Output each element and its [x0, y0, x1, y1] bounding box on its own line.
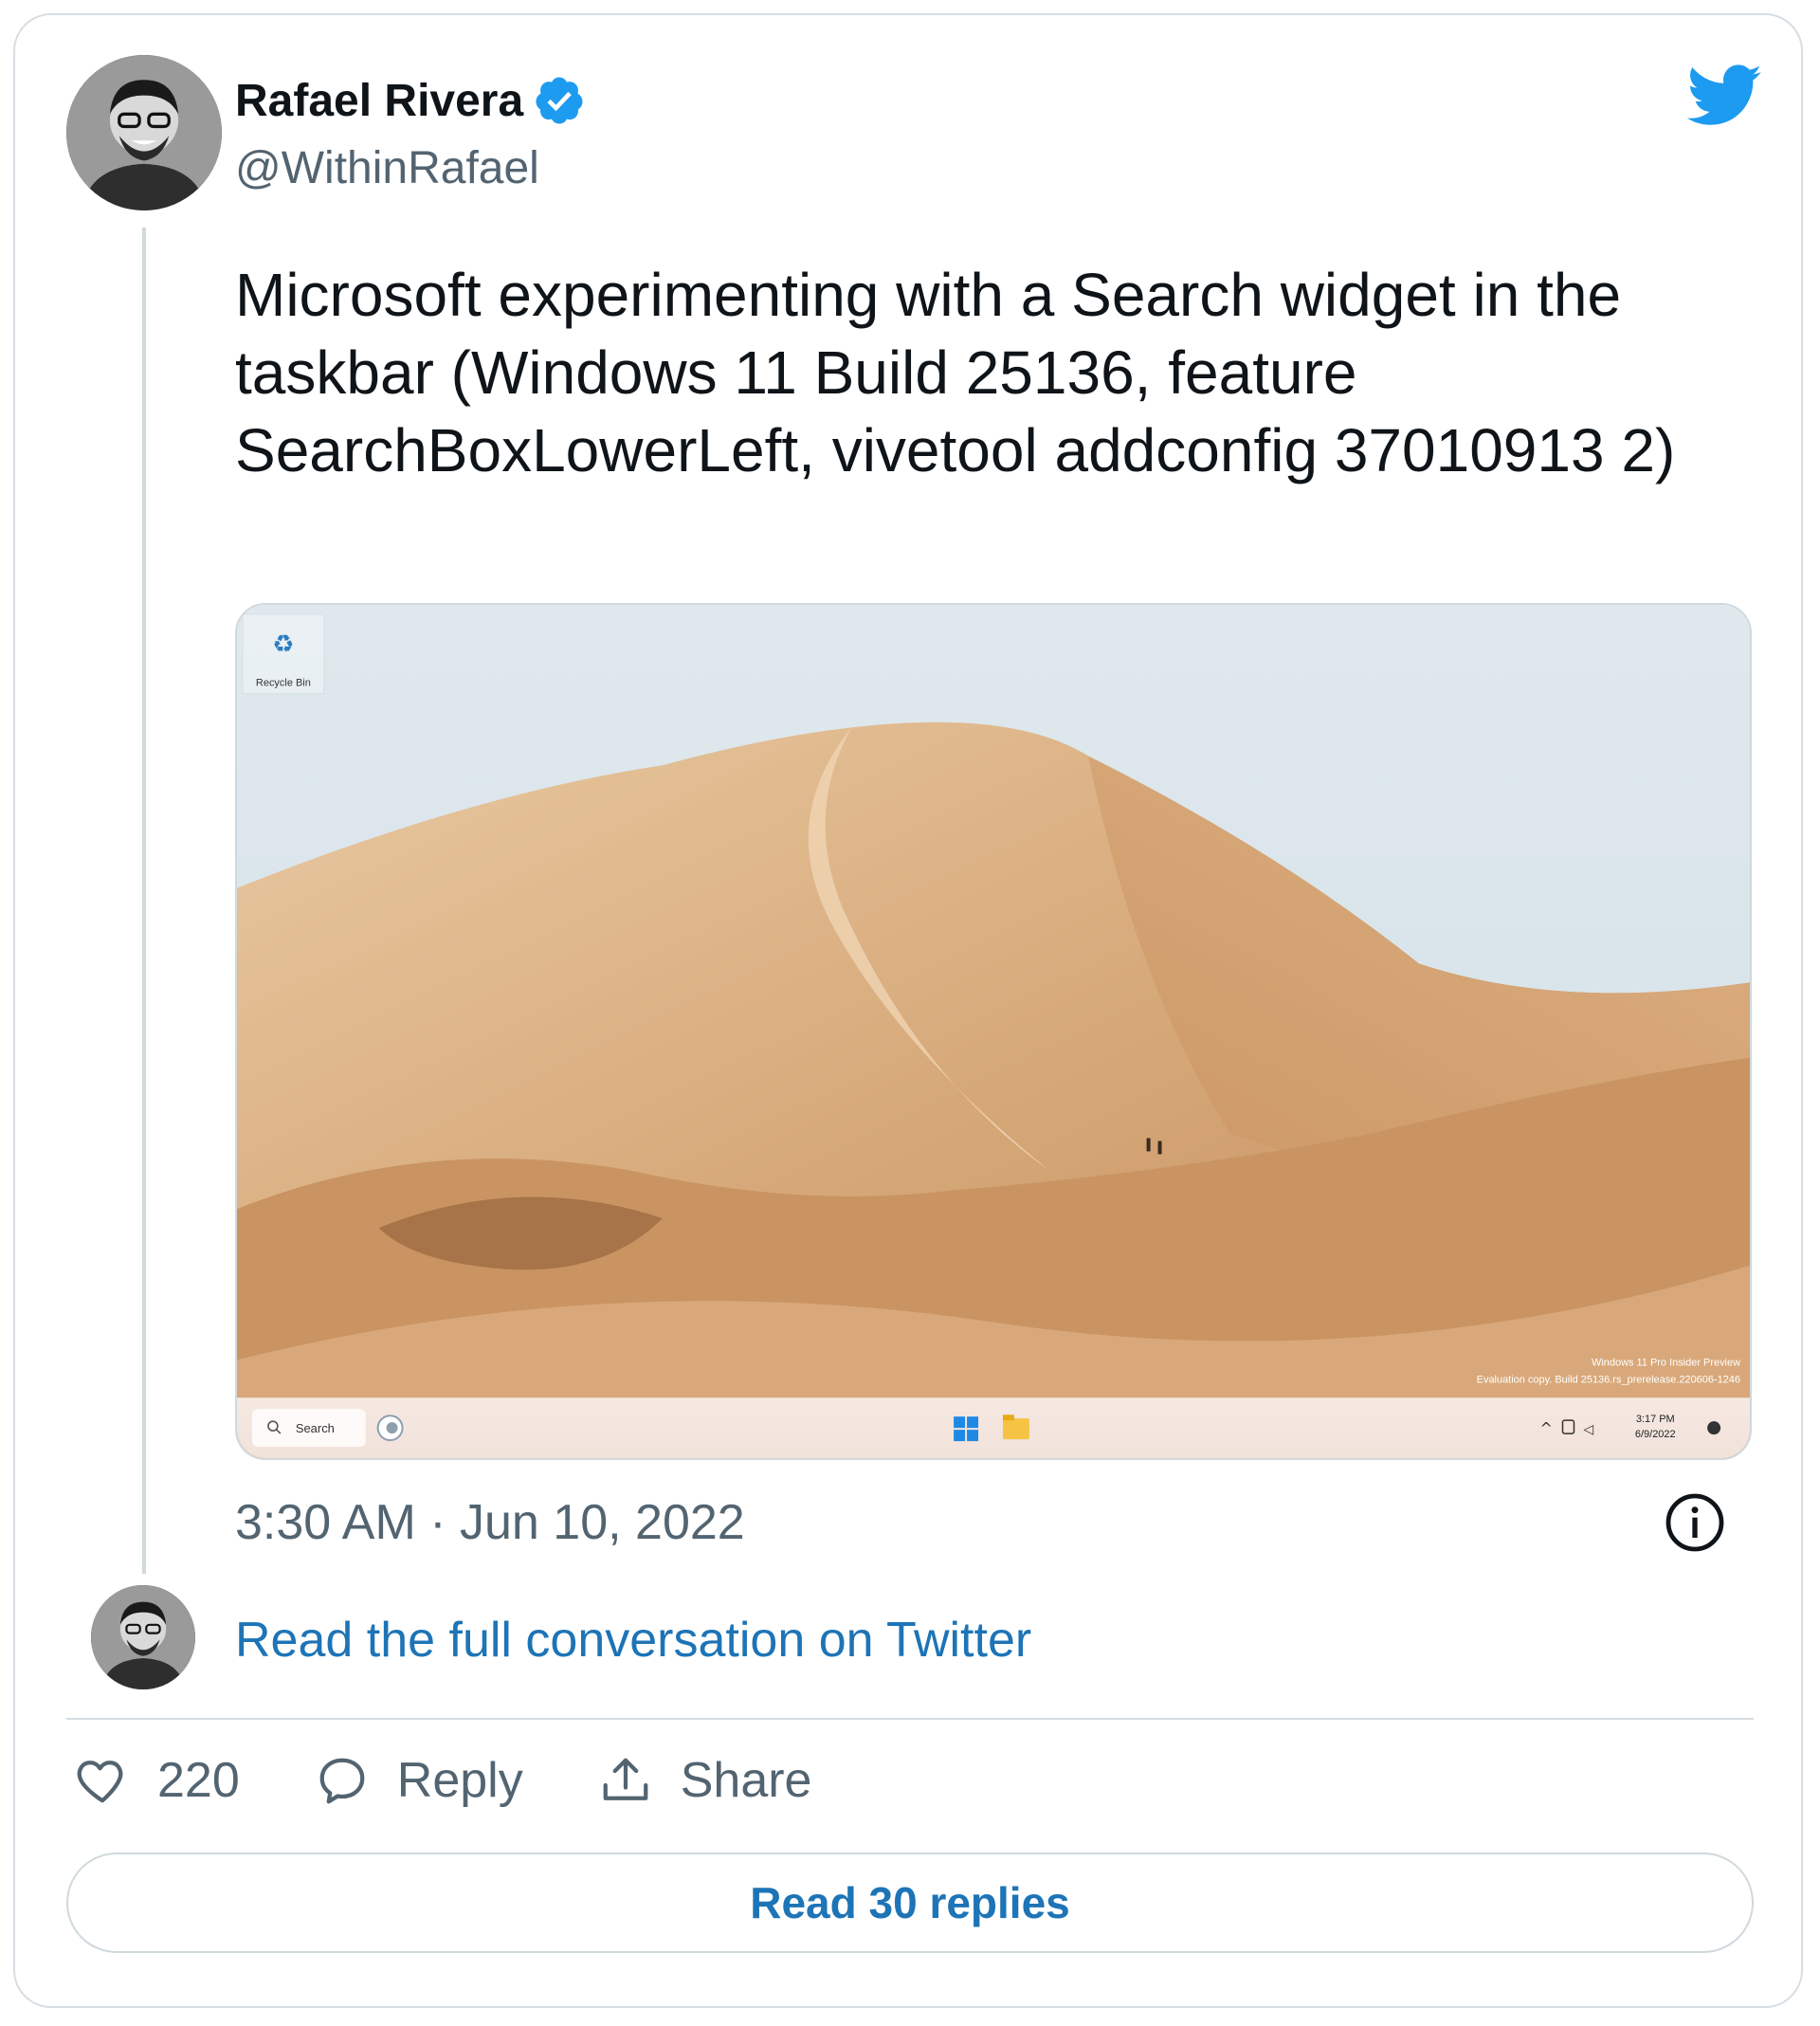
info-icon[interactable]	[1665, 1492, 1725, 1553]
author-handle[interactable]: @WithinRafael	[235, 142, 539, 194]
twitter-logo-icon[interactable]	[1687, 64, 1763, 127]
tweet-actions: 220 Reply Share	[74, 1752, 885, 1809]
desktop-person	[1157, 1141, 1162, 1155]
recycle-bin-label: Recycle Bin	[256, 678, 311, 689]
tweet-text: Microsoft experimenting with a Search wi…	[235, 261, 1676, 484]
share-upload-icon	[603, 1758, 648, 1800]
tray-chevron-icon[interactable]: ^	[1540, 1419, 1553, 1437]
author-name-row: Rafael Rivera	[235, 74, 586, 127]
taskbar-clock-time[interactable]: 3:17 PM	[1636, 1414, 1675, 1425]
author-avatar[interactable]	[66, 55, 222, 210]
watermark-line-1: Windows 11 Pro Insider Preview	[1592, 1357, 1740, 1368]
tweet-media-image[interactable]: ♻ Recycle Bin Windows 11 Pro Insider Pre…	[235, 603, 1752, 1460]
windows-taskbar	[237, 1397, 1750, 1458]
taskbar-chat-icon-inner	[386, 1422, 398, 1434]
watermark-line-2: Evaluation copy. Build 25136.rs_prerelea…	[1477, 1374, 1740, 1385]
desktop-person	[1146, 1138, 1151, 1152]
tray-volume-icon[interactable]: ◁	[1583, 1422, 1593, 1437]
divider	[66, 1718, 1754, 1720]
reply-label: Reply	[396, 1753, 523, 1808]
author-name[interactable]: Rafael Rivera	[235, 75, 523, 127]
taskbar-clock-date[interactable]: 6/9/2022	[1635, 1429, 1676, 1440]
read-full-conversation-link[interactable]: Read the full conversation on Twitter	[235, 1612, 1031, 1669]
share-label: Share	[680, 1753, 812, 1808]
like-button[interactable]: 220	[74, 1752, 240, 1809]
likes-count: 220	[157, 1753, 240, 1808]
share-button[interactable]: Share	[597, 1752, 812, 1809]
read-replies-button[interactable]: Read 30 replies	[66, 1853, 1754, 1953]
taskbar-search-label: Search	[296, 1421, 335, 1435]
verified-badge-icon	[536, 77, 583, 124]
author-avatar-small[interactable]	[91, 1585, 195, 1689]
recycle-bin-glyph: ♻	[272, 630, 294, 659]
heart-icon	[77, 1761, 123, 1803]
thread-line	[142, 228, 146, 1574]
reply-button[interactable]: Reply	[314, 1752, 523, 1809]
notification-bell-icon[interactable]	[1707, 1421, 1721, 1435]
reply-bubble-icon	[319, 1758, 365, 1804]
tweet-timestamp[interactable]: 3:30 AM · Jun 10, 2022	[235, 1494, 745, 1551]
